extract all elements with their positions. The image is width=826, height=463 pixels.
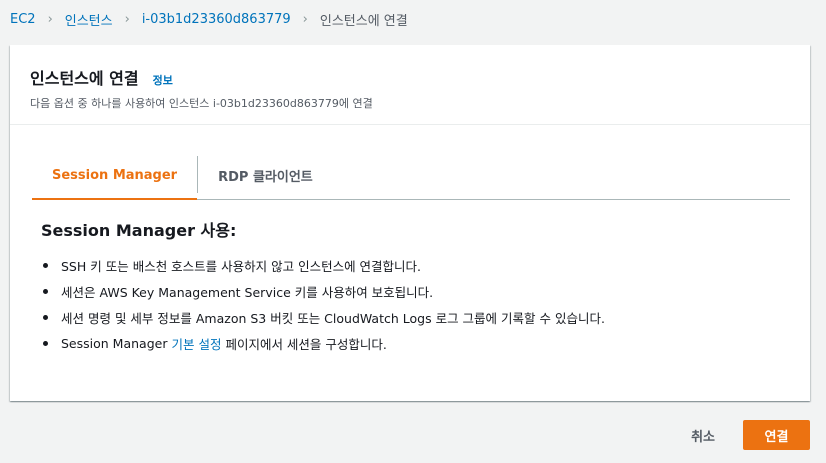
cancel-button[interactable]: 취소 (677, 420, 729, 450)
bullet-icon (43, 341, 48, 346)
tab-rdp-client[interactable]: RDP 클라이언트 (198, 152, 333, 199)
list-item-prefix: Session Manager (61, 335, 168, 351)
list-item: Session Manager 기본 설정 페이지에서 세션을 구성합니다. (41, 330, 781, 356)
panel-header: 인스턴스에 연결 정보 다음 옵션 중 하나를 사용하여 인스턴스 i-03b1… (10, 45, 810, 125)
session-manager-content: Session Manager 사용: SSH 키 또는 배스천 호스트를 사용… (41, 217, 781, 356)
tab-list: Session Manager RDP 클라이언트 (32, 152, 790, 200)
tab-session-manager[interactable]: Session Manager (32, 152, 198, 200)
chevron-right-icon: › (302, 11, 308, 27)
content-heading: Session Manager 사용: (41, 221, 237, 240)
chevron-right-icon: › (47, 11, 53, 27)
bullet-icon (43, 315, 48, 320)
title-row: 인스턴스에 연결 정보 (30, 65, 790, 89)
list-item-text: 세션 명령 및 세부 정보를 Amazon S3 버킷 또는 CloudWatc… (61, 310, 605, 326)
chevron-right-icon: › (124, 11, 130, 27)
connect-button[interactable]: 연결 (743, 420, 810, 450)
breadcrumb-ec2[interactable]: EC2 (10, 12, 36, 27)
list-item: 세션은 AWS Key Management Service 키를 사용하여 보… (41, 278, 781, 304)
list-item-text: 세션은 AWS Key Management Service 키를 사용하여 보… (61, 284, 434, 300)
bullet-icon (43, 289, 48, 294)
list-item: 세션 명령 및 세부 정보를 Amazon S3 버킷 또는 CloudWatc… (41, 304, 781, 330)
breadcrumb-instance-id[interactable]: i-03b1d23360d863779 (142, 12, 291, 27)
preferences-link[interactable]: 기본 설정 (171, 334, 221, 353)
breadcrumb-instances[interactable]: 인스턴스 (65, 10, 113, 29)
feature-list: SSH 키 또는 배스천 호스트를 사용하지 않고 인스턴스에 연결합니다. 세… (41, 252, 781, 356)
page-title: 인스턴스에 연결 (30, 69, 139, 88)
footer-actions: 취소 연결 (677, 420, 810, 450)
list-item: SSH 키 또는 배스천 호스트를 사용하지 않고 인스턴스에 연결합니다. (41, 252, 781, 278)
breadcrumb: EC2 › 인스턴스 › i-03b1d23360d863779 › 인스턴스에… (10, 8, 408, 30)
connect-panel: 인스턴스에 연결 정보 다음 옵션 중 하나를 사용하여 인스턴스 i-03b1… (10, 45, 810, 401)
page-description: 다음 옵션 중 하나를 사용하여 인스턴스 i-03b1d23360d86377… (30, 97, 373, 110)
list-item-text: SSH 키 또는 배스천 호스트를 사용하지 않고 인스턴스에 연결합니다. (61, 258, 422, 274)
breadcrumb-current: 인스턴스에 연결 (319, 13, 408, 29)
bullet-icon (43, 263, 48, 268)
info-link[interactable]: 정보 (153, 72, 173, 88)
list-item-suffix: 페이지에서 세션을 구성합니다. (225, 336, 387, 352)
